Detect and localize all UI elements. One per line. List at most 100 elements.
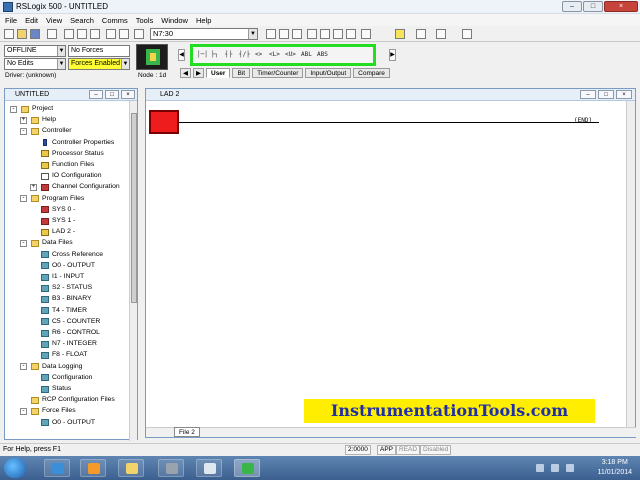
tree-expander[interactable]: - (20, 407, 27, 415)
tab-scroll-left-icon[interactable]: ◀ (180, 68, 191, 78)
close-icon[interactable]: × (616, 90, 632, 99)
tree-item[interactable]: N7 - INTEGER (41, 339, 97, 349)
selected-rung[interactable] (149, 110, 179, 134)
tree-item[interactable]: B3 - BINARY (41, 294, 92, 304)
tree-item[interactable]: S2 - STATUS (41, 283, 92, 293)
tree-item[interactable]: SYS 1 - (41, 216, 75, 226)
verify-icon[interactable] (134, 29, 144, 39)
tree-item[interactable]: Status (41, 384, 71, 394)
address-combo[interactable]: N7:30 ▼ (150, 28, 258, 40)
tree-expander[interactable]: - (20, 239, 27, 247)
palette-branch[interactable]: ├┐ (211, 51, 218, 58)
forward-arrow-icon[interactable] (462, 29, 472, 39)
tree-expander[interactable]: - (10, 105, 17, 113)
tree-expander[interactable]: - (20, 195, 27, 203)
chevron-down-icon[interactable]: ▼ (248, 29, 257, 39)
undo-icon[interactable] (106, 29, 116, 39)
find-icon[interactable] (266, 29, 276, 39)
ladder-scrollbar[interactable] (626, 101, 635, 427)
tree-item[interactable]: Cross Reference (41, 250, 103, 260)
tree-item[interactable]: Data Logging (31, 362, 82, 372)
redo-icon[interactable] (119, 29, 129, 39)
edits-combo[interactable]: No Edits ▼ (4, 58, 66, 70)
window-icon[interactable] (346, 29, 356, 39)
tree-item[interactable]: LAD 2 - (41, 227, 75, 237)
minimize-icon[interactable]: – (580, 90, 596, 99)
tree-item[interactable]: Channel Configuration (41, 182, 120, 192)
tree-item[interactable]: Controller Properties (41, 138, 114, 148)
clock[interactable]: 3:18 PM 11/01/2014 (597, 458, 632, 478)
mode-combo[interactable]: OFFLINE ▼ (4, 45, 66, 57)
play-icon[interactable] (416, 29, 426, 39)
tree-expander[interactable]: + (20, 116, 27, 124)
tree-item[interactable]: C5 - COUNTER (41, 317, 100, 327)
menu-tools[interactable]: Tools (136, 16, 154, 25)
palette-otl[interactable]: <L> (269, 51, 280, 58)
tree-expander[interactable]: - (20, 363, 27, 371)
palette-scroll-right-icon[interactable]: ▶ (389, 49, 396, 61)
tree-item[interactable]: Processor Status (41, 149, 104, 159)
tree-item[interactable]: Function Files (41, 160, 94, 170)
tab-compare[interactable]: Compare (353, 68, 390, 78)
tree-item[interactable]: Controller (31, 126, 71, 136)
copy-icon[interactable] (77, 29, 87, 39)
maximize-button[interactable]: □ (583, 1, 603, 12)
zoom-out-icon[interactable] (320, 29, 330, 39)
print-icon[interactable] (47, 29, 57, 39)
minimize-icon[interactable]: – (89, 90, 103, 99)
network-tray-icon[interactable] (551, 464, 559, 472)
tree-item[interactable]: Force Files (31, 406, 76, 416)
project-scrollbar[interactable] (129, 101, 137, 441)
menu-file[interactable]: File (5, 16, 17, 25)
tree-item[interactable]: O0 - OUTPUT (41, 418, 95, 428)
rslinx-icon[interactable] (158, 459, 184, 477)
tree-item[interactable]: Data Files (31, 238, 73, 248)
volume-tray-icon[interactable] (566, 464, 574, 472)
menu-comms[interactable]: Comms (102, 16, 128, 25)
tree-item[interactable]: IO Configuration (41, 171, 102, 181)
tree-item[interactable]: T4 - TIMER (41, 306, 87, 316)
scrollbar-thumb[interactable] (131, 113, 137, 303)
rslogix-task-icon[interactable] (234, 459, 260, 477)
tab-bit[interactable]: Bit (232, 68, 251, 78)
palette-scroll-left-icon[interactable]: ◀ (178, 49, 185, 61)
save-icon[interactable] (30, 29, 40, 39)
close-icon[interactable]: × (121, 90, 135, 99)
flag-tray-icon[interactable] (536, 464, 544, 472)
zoom-in-icon[interactable] (307, 29, 317, 39)
menu-window[interactable]: Window (161, 16, 188, 25)
tab-scroll-right-icon[interactable]: ▶ (193, 68, 204, 78)
binoculars-icon[interactable] (279, 29, 289, 39)
chevron-down-icon[interactable]: ▼ (121, 59, 129, 69)
restore-icon[interactable]: □ (598, 90, 614, 99)
paste-icon[interactable] (90, 29, 100, 39)
tree-item[interactable]: R6 - CONTROL (41, 328, 100, 338)
tree-item[interactable]: Configuration (41, 373, 92, 383)
forces-enabled-combo[interactable]: Forces Enabled ▼ (68, 58, 130, 70)
palette-otu[interactable]: <U> (285, 51, 296, 58)
start-button[interactable] (4, 458, 26, 478)
tree-expander[interactable]: + (30, 183, 37, 191)
palette-abs[interactable]: ABS (317, 51, 328, 58)
cross-reference-icon[interactable] (292, 29, 302, 39)
tab-timer-counter[interactable]: Timer/Counter (252, 68, 304, 78)
tree-item[interactable]: O0 - OUTPUT (41, 261, 95, 271)
tree-item[interactable]: RCP Configuration Files (31, 395, 115, 405)
open-folder-icon[interactable] (17, 29, 27, 39)
close-button[interactable]: × (604, 1, 638, 12)
media-player-icon[interactable] (80, 459, 106, 477)
tree-item[interactable]: I1 - INPUT (41, 272, 84, 282)
chevron-down-icon[interactable]: ▼ (57, 59, 65, 69)
new-file-icon[interactable] (4, 29, 14, 39)
add-instruction-icon[interactable] (395, 29, 405, 39)
palette-abl[interactable]: ABL (301, 51, 312, 58)
ie-icon[interactable] (44, 459, 70, 477)
cut-icon[interactable] (64, 29, 74, 39)
minimize-button[interactable]: – (562, 1, 582, 12)
tree-item[interactable]: F8 - FLOAT (41, 350, 87, 360)
menu-view[interactable]: View (46, 16, 62, 25)
chevron-down-icon[interactable]: ▼ (57, 46, 65, 56)
tree-expander[interactable]: - (20, 127, 27, 135)
palette-new-rung[interactable]: │─│ (197, 51, 208, 58)
explorer-icon[interactable] (118, 459, 144, 477)
